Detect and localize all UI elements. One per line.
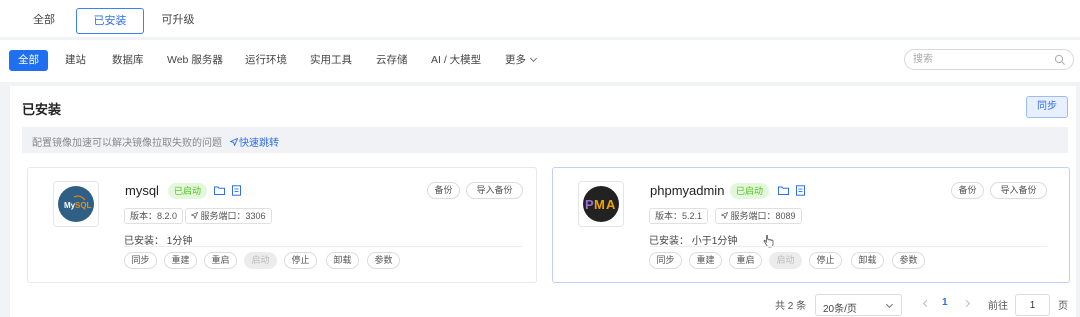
search-icon[interactable] <box>1054 54 1066 66</box>
send-icon <box>720 211 729 220</box>
action-sync-button[interactable]: 同步 <box>649 252 682 269</box>
action-stop-button[interactable]: 停止 <box>284 252 317 269</box>
svg-text:SQL: SQL <box>75 201 92 210</box>
mysql-logo: My SQL <box>53 181 99 227</box>
action-restart-button[interactable]: 重启 <box>204 252 237 269</box>
goto-page-input[interactable] <box>1015 294 1050 316</box>
app-name: phpmyadmin <box>650 183 725 198</box>
quick-jump-label: 快速跳转 <box>239 138 279 149</box>
action-uninstall-button[interactable]: 卸载 <box>851 252 884 269</box>
category-database[interactable]: 数据库 <box>112 50 144 71</box>
goto-label: 前往 <box>988 301 1008 312</box>
svg-text:My: My <box>64 201 76 210</box>
action-restart-button[interactable]: 重启 <box>729 252 762 269</box>
status-badge: 已启动 <box>168 183 208 199</box>
category-more[interactable]: 更多 <box>505 50 538 71</box>
action-rebuild-button[interactable]: 重建 <box>689 252 722 269</box>
folder-icon[interactable] <box>778 185 789 196</box>
send-icon <box>190 211 199 220</box>
action-uninstall-button[interactable]: 卸载 <box>326 252 359 269</box>
divider <box>124 246 522 247</box>
port-label: 服务端口：3306 <box>200 211 266 221</box>
folder-icon[interactable] <box>214 185 225 196</box>
svg-text:M: M <box>594 197 605 212</box>
version-tag: 版本：5.2.1 <box>649 208 709 224</box>
action-start-button[interactable]: 启动 <box>244 252 277 269</box>
page-size-value: 20条/页 <box>823 304 857 315</box>
app-name: mysql <box>125 183 159 198</box>
tab-upgradable[interactable]: 可升级 <box>158 8 198 34</box>
port-label: 服务端口：8089 <box>730 211 796 221</box>
action-params-button[interactable]: 参数 <box>892 252 925 269</box>
category-website[interactable]: 建站 <box>65 50 86 71</box>
chevron-down-icon <box>529 54 538 63</box>
action-rebuild-button[interactable]: 重建 <box>164 252 197 269</box>
category-tools[interactable]: 实用工具 <box>310 50 352 71</box>
tab-all[interactable]: 全部 <box>24 8 64 34</box>
category-web-server[interactable]: Web 服务器 <box>167 50 223 71</box>
log-icon[interactable] <box>231 185 242 196</box>
chevron-down-icon <box>885 300 894 309</box>
quick-jump-link[interactable]: 快速跳转 <box>229 134 279 149</box>
sync-button[interactable]: 同步 <box>1026 96 1068 118</box>
import-backup-button[interactable]: 导入备份 <box>990 182 1047 199</box>
phpmyadmin-logo: P M A <box>578 181 624 227</box>
phpmyadmin-logo-icon: P M A <box>583 186 619 222</box>
installed-time: 已安装： 小于1分钟 <box>649 236 738 247</box>
action-start-button[interactable]: 启动 <box>769 252 802 269</box>
top-tab-bar: 全部 已安装 可升级 <box>0 0 1080 37</box>
svg-text:P: P <box>585 197 594 212</box>
category-runtime[interactable]: 运行环境 <box>245 50 287 71</box>
port-tag: 服务端口：8089 <box>715 208 802 224</box>
category-ai[interactable]: AI / 大模型 <box>431 50 481 71</box>
main-panel: 已安装 同步 配置镜像加速可以解决镜像拉取失败的问题 快速跳转 My SQL m… <box>10 86 1076 317</box>
total-count: 共 2 条 <box>775 301 807 312</box>
search-box[interactable] <box>904 49 1074 70</box>
search-input[interactable] <box>913 50 1053 69</box>
app-card-phpmyadmin: P M A phpmyadmin 已启动 备份 导入备份 版本：5.2.1 服务… <box>552 167 1070 283</box>
installed-time: 已安装： 1分钟 <box>124 236 193 247</box>
mysql-logo-icon: My SQL <box>58 186 94 222</box>
notice-bar: 配置镜像加速可以解决镜像拉取失败的问题 快速跳转 <box>22 127 1068 153</box>
action-params-button[interactable]: 参数 <box>367 252 400 269</box>
category-all[interactable]: 全部 <box>9 50 48 71</box>
page-unit-label: 页 <box>1058 301 1068 312</box>
divider <box>649 246 1047 247</box>
import-backup-button[interactable]: 导入备份 <box>466 182 523 199</box>
page-size-select[interactable]: 20条/页 <box>815 294 902 316</box>
version-tag: 版本：8.2.0 <box>124 208 184 224</box>
category-more-label: 更多 <box>505 54 526 66</box>
category-cloud-storage[interactable]: 云存储 <box>376 50 408 71</box>
svg-text:A: A <box>606 197 616 212</box>
notice-text: 配置镜像加速可以解决镜像拉取失败的问题 <box>32 138 222 149</box>
action-stop-button[interactable]: 停止 <box>809 252 842 269</box>
send-icon <box>229 137 239 147</box>
current-page[interactable]: 1 <box>942 297 948 308</box>
backup-button[interactable]: 备份 <box>951 182 984 199</box>
section-title: 已安装 <box>22 102 62 117</box>
app-card-mysql: My SQL mysql 已启动 备份 导入备份 版本：8.2.0 服务端口：3… <box>27 167 537 283</box>
tab-installed[interactable]: 已安装 <box>76 8 144 34</box>
action-sync-button[interactable]: 同步 <box>124 252 157 269</box>
log-icon[interactable] <box>795 185 806 196</box>
backup-button[interactable]: 备份 <box>427 182 460 199</box>
status-badge: 已启动 <box>730 183 770 199</box>
port-tag: 服务端口：3306 <box>185 208 272 224</box>
